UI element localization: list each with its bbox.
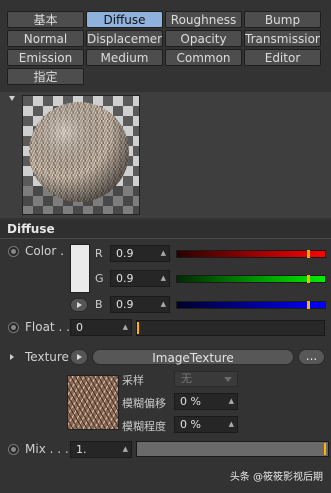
tab-0-2[interactable]: Roughness (165, 11, 242, 28)
tab-1-0[interactable]: Normal (7, 30, 84, 47)
channel-slider-g[interactable] (176, 275, 326, 283)
spinner-arrows-icon[interactable]: ▲ (123, 320, 128, 335)
channel-slider-r[interactable] (176, 250, 326, 258)
section-title: Diffuse (7, 222, 55, 236)
material-tabs: 基本 Diffuse Roughness Bump Normal Displacement… (7, 11, 325, 87)
channel-input-b[interactable]: 0.9 ▲ (110, 296, 170, 313)
float-slider[interactable] (136, 320, 325, 336)
channel-input-g[interactable]: 0.9 ▲ (110, 270, 170, 287)
spinner-arrows-icon[interactable]: ▲ (161, 246, 166, 261)
tab-row: Emission Medium Common Editor (7, 49, 325, 66)
material-preview[interactable] (22, 95, 140, 215)
channel-input-r[interactable]: 0.9 ▲ (110, 245, 170, 262)
channel-slider-knob[interactable] (307, 250, 310, 258)
tab-1-2[interactable]: Opacity (165, 30, 242, 47)
blur-amount-label: 模糊程度 (122, 420, 166, 433)
channel-label-g: G (95, 272, 104, 285)
channel-slider-knob[interactable] (307, 275, 310, 283)
mix-input[interactable]: 1. ▲ (70, 441, 132, 458)
color-label: Color . (25, 244, 64, 258)
tab-row: 基本 Diffuse Roughness Bump (7, 11, 325, 28)
sample-select[interactable]: 无 (174, 371, 238, 387)
spinner-arrows-icon[interactable]: ▲ (123, 442, 128, 457)
spinner-arrows-icon[interactable]: ▲ (229, 394, 234, 409)
float-input[interactable]: 0 ▲ (70, 319, 132, 336)
float-slider-knob[interactable] (137, 322, 139, 334)
section-header: Diffuse (0, 220, 331, 239)
tab-1-3[interactable]: Transmission (244, 30, 321, 47)
preview-area (0, 92, 331, 218)
image-texture-button[interactable]: ImageTexture (92, 349, 294, 365)
sample-label: 采样 (122, 374, 144, 387)
blur-amount-input[interactable]: 0 % ▲ (174, 416, 238, 433)
float-label: Float . . (25, 320, 70, 334)
channel-slider-knob[interactable] (307, 301, 310, 309)
tab-2-0[interactable]: Emission (7, 49, 84, 66)
tab-0-3[interactable]: Bump (244, 11, 321, 28)
texture-thumbnail (67, 375, 119, 430)
watermark: 头条 @筱筱影视后期 (229, 472, 323, 483)
texture-label: Texture (25, 350, 69, 364)
mix-anim-radio[interactable] (8, 444, 19, 455)
color-picker-button[interactable] (70, 298, 88, 312)
blur-offset-input[interactable]: 0 % ▲ (174, 393, 238, 410)
spinner-arrows-icon[interactable]: ▲ (161, 271, 166, 286)
texture-more-button[interactable]: ... (298, 349, 325, 365)
preview-sphere-image (23, 96, 139, 214)
channel-label-r: R (95, 247, 103, 260)
mix-slider-knob[interactable] (324, 443, 326, 455)
tab-2-2[interactable]: Common (165, 49, 242, 66)
tab-row: 指定 (7, 68, 325, 85)
texture-play-button[interactable] (70, 349, 88, 365)
spinner-arrows-icon[interactable]: ▲ (229, 417, 234, 432)
tab-2-1[interactable]: Medium (86, 49, 163, 66)
texture-expand-icon[interactable] (10, 354, 14, 360)
color-anim-radio[interactable] (8, 246, 19, 257)
tab-0-0[interactable]: 基本 (7, 11, 84, 28)
mix-label: Mix . . . (25, 442, 69, 456)
channel-label-b: B (95, 298, 103, 311)
float-anim-radio[interactable] (8, 322, 19, 333)
tab-row: Normal Displacement Opacity Transmission (7, 30, 325, 47)
color-swatch[interactable] (70, 244, 90, 293)
blur-offset-label: 模糊偏移 (122, 397, 166, 410)
spinner-arrows-icon[interactable]: ▲ (161, 297, 166, 312)
mix-slider[interactable] (136, 441, 329, 457)
tab-1-1[interactable]: Displacement (86, 30, 163, 47)
tab-2-3[interactable]: Editor (244, 49, 321, 66)
collapse-triangle-icon[interactable] (9, 96, 15, 101)
tab-3-0[interactable]: 指定 (7, 68, 84, 85)
tab-0-1[interactable]: Diffuse (86, 11, 163, 28)
channel-slider-b[interactable] (176, 301, 326, 309)
